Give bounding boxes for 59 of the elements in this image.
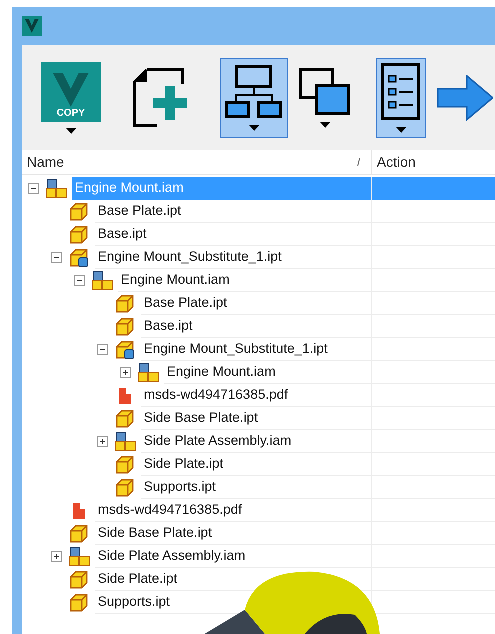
column-label: Name [27,152,64,172]
substitute-part-icon [69,248,89,268]
tree-item[interactable]: Side Base Plate.ipt [95,522,216,544]
assembly-icon [46,178,68,198]
tree-item[interactable]: Side Plate.ipt [95,568,181,590]
cube-icon [115,316,135,336]
cube-icon [69,202,89,222]
cube-icon [69,224,89,244]
tree-item[interactable]: Engine Mount.iam [118,269,233,291]
app-logo-icon [22,16,42,36]
collapse-icon[interactable] [74,275,85,286]
tree-item[interactable]: Engine Mount_Substitute_1.ipt [95,246,285,268]
cube-icon [69,570,89,590]
tree-item[interactable]: Base Plate.ipt [141,292,230,314]
tree-item[interactable]: Side Plate.ipt [141,453,227,475]
expand-icon[interactable] [120,367,131,378]
column-header[interactable]: Action [372,150,495,174]
caret-icon [396,126,406,132]
expand-icon[interactable] [51,551,62,562]
tree-item[interactable]: Side Plate Assembly.iam [95,545,249,567]
tree-item[interactable]: Supports.ipt [141,476,220,498]
toolbar-button[interactable] [220,58,288,138]
list-icon [381,62,421,120]
assembly-icon [138,362,160,382]
column-header[interactable]: Name [22,150,372,174]
tree-item[interactable]: Base.ipt [95,223,150,245]
cube-icon [115,294,135,314]
cube-icon [69,592,89,612]
cube-icon [115,454,135,474]
copy-logo-icon: COPY [41,62,101,122]
assembly-icon [115,432,137,452]
tree-item[interactable]: Side Base Plate.ipt [141,407,262,429]
tree-item[interactable]: msds-wd494716385.pdf [141,384,292,406]
tree-item[interactable]: Base Plate.ipt [95,200,184,222]
copy-button[interactable]: COPY [36,58,106,138]
overlapping-squares-icon [299,68,351,116]
expand-icon[interactable] [97,436,108,447]
caret-icon [248,124,260,130]
tree-item[interactable]: msds-wd494716385.pdf [95,499,246,521]
cube-icon [115,478,135,498]
substitute-part-icon [115,340,135,360]
right-arrow-icon [437,74,493,120]
cube-icon [115,408,135,428]
tree-item[interactable]: Engine Mount.iam [164,361,279,383]
cube-icon [69,524,89,544]
tree-item[interactable]: Base.ipt [141,315,196,337]
assembly-icon [69,546,91,566]
caret-icon [66,128,76,134]
sort-icon [357,158,361,166]
assembly-icon [92,270,114,290]
caret-icon [320,122,330,128]
tree-item[interactable]: Supports.ipt [95,591,174,613]
collapse-icon[interactable] [28,183,39,194]
toolbar-button[interactable] [376,58,426,138]
tree-item[interactable]: Engine Mount_Substitute_1.ipt [141,338,331,360]
tree-item[interactable]: Side Plate Assembly.iam [141,430,295,452]
hierarchy-icon [225,64,283,118]
collapse-icon[interactable] [97,344,108,355]
collapse-icon[interactable] [51,252,62,263]
